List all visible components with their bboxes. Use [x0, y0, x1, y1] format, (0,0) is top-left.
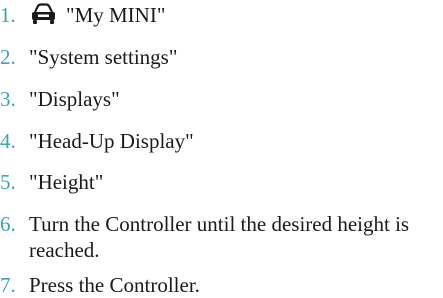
- step-7: 7. Press the Controller.: [0, 272, 200, 298]
- step-3: 3. "Displays": [0, 86, 120, 112]
- step-number: 2.: [0, 45, 16, 69]
- step-text: Press the Controller.: [29, 273, 200, 297]
- step-text: "Height": [29, 170, 104, 194]
- step-number: 5.: [0, 170, 16, 194]
- step-2: 2. "System settings": [0, 44, 177, 70]
- step-text: Turn the Controller until the desired he…: [29, 212, 410, 262]
- step-text: "Head-Up Display": [29, 129, 194, 153]
- step-4: 4. "Head-Up Display": [0, 128, 194, 154]
- step-number: 3.: [0, 87, 16, 111]
- step-text: "My MINI": [66, 3, 166, 27]
- car-icon: [32, 3, 55, 24]
- step-text-wrapper: "My MINI": [29, 2, 165, 28]
- step-number: 1.: [0, 3, 16, 27]
- step-number: 7.: [0, 273, 16, 297]
- step-number: 6.: [0, 212, 16, 236]
- step-number: 4.: [0, 129, 16, 153]
- step-1: 1. "My MINI": [0, 2, 165, 28]
- step-6: 6. Turn the Controller until the desired…: [0, 211, 439, 263]
- step-text: "System settings": [29, 45, 178, 69]
- step-text: "Displays": [29, 87, 120, 111]
- step-5: 5. "Height": [0, 169, 103, 195]
